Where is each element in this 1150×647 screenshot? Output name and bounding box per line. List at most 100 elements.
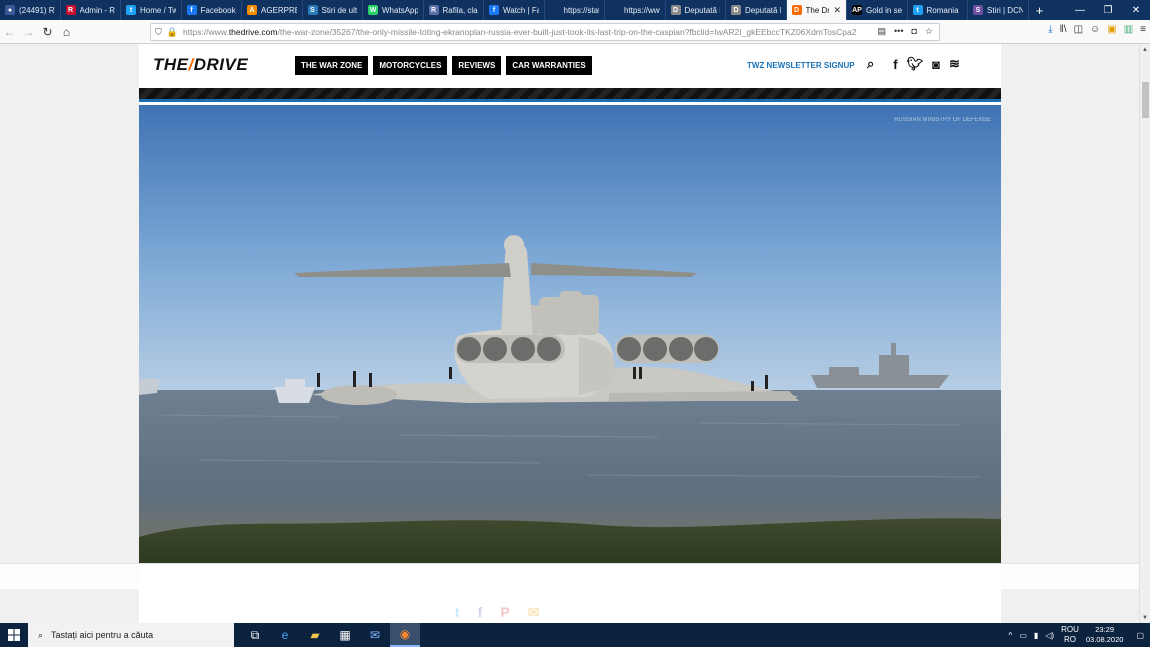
photo-credit: RUSSIAN MINISTRY OF DEFENSE [894,117,991,123]
search-icon: ⌕ [38,629,44,640]
browser-tab-label: AGERPRES [261,5,297,15]
browser-tab-label: Stiri | DCN [987,5,1023,15]
reader-view-icon[interactable]: ▤ [878,26,887,37]
back-icon[interactable]: ← [0,22,19,42]
sticky-footer-bar [0,563,1139,589]
edge-icon[interactable]: e [270,623,300,647]
browser-tab-label: https://static.x [563,5,600,15]
forward-icon[interactable]: → [19,22,38,42]
windows-taskbar: ⌕ Tastați aici pentru a căuta ⧉ e ▰ ▦ ✉ … [0,623,1150,647]
browser-tab[interactable]: W WhatsApp [363,0,424,20]
browser-tab[interactable]: S Stiri | DCN [968,0,1029,20]
extension-icon[interactable]: ▣ [1107,24,1116,35]
twitter-icon: t [126,5,136,15]
home-icon[interactable]: ⌂ [57,22,76,42]
lock-icon[interactable]: 🔒 [167,27,178,38]
window-controls: — ❐ ✕ [1066,0,1150,20]
clock[interactable]: 23:29 03.08.2020 [1086,625,1124,645]
new-tab-button[interactable]: + [1029,0,1051,20]
twitter-icon[interactable]: 🐦︎ [907,56,924,72]
rss-icon[interactable]: ≋ [949,56,960,72]
browser-tab[interactable]: DDeputată P [726,0,787,20]
nav-car-warranties[interactable]: CAR WARRANTIES [506,56,592,75]
browser-tab-label: Romania [926,5,959,15]
language-indicator[interactable]: ROU RO [1061,625,1079,645]
browser-tab-label: Admin - R [79,5,116,15]
notifications-icon[interactable]: ▢ [1136,631,1144,640]
facebook-icon: f [489,5,499,15]
store-icon[interactable]: ▦ [330,623,360,647]
bookmark-star-icon[interactable]: ☆ [925,26,933,37]
browser-tab[interactable]: S Stiri de ulti [303,0,363,20]
browser-tab-label: Stiri de ulti [321,5,358,15]
url-prefix: https://www. [182,27,229,37]
nav-motorcycles[interactable]: MOTORCYCLES [373,56,448,75]
firefox-icon[interactable]: ◉ [390,623,420,647]
page-actions-icon[interactable]: ••• [894,26,903,37]
close-window-icon[interactable]: ✕ [1122,0,1150,20]
restore-icon[interactable]: ❐ [1094,0,1122,20]
network-icon[interactable]: ▭ [1019,631,1027,640]
page-scrollbar[interactable]: ▲ ▼ [1139,44,1150,623]
mail-icon[interactable]: ✉ [360,623,390,647]
browser-tab[interactable]: f Facebook [182,0,242,20]
browser-tab[interactable]: DDeputată P [666,0,726,20]
page-icon: D [670,5,681,15]
scroll-thumb[interactable] [1142,82,1149,118]
share-facebook-icon[interactable]: f [478,604,483,621]
chat-icon: ● [5,5,15,15]
download-icon[interactable]: ⤓ [1048,24,1052,35]
menu-icon[interactable]: ≡ [1140,24,1146,35]
browser-tab[interactable]: https://static.x [545,0,605,20]
browser-navbar: ← → ↻ ⌂ ⛉ 🔒 https://www. thedrive.com/the… [0,20,1150,44]
volume-icon[interactable]: ◁) [1045,631,1054,640]
blank-icon [549,5,560,15]
file-explorer-icon[interactable]: ▰ [300,623,330,647]
share-pinterest-icon[interactable]: P [500,604,509,621]
scroll-down-icon[interactable]: ▼ [1142,615,1148,621]
browser-tab[interactable]: AP Gold in se [847,0,908,20]
browser-tab[interactable]: A AGERPRES [242,0,303,20]
share-email-icon[interactable]: ✉ [528,604,540,621]
library-icon[interactable]: ‖\ [1060,24,1067,35]
close-tab-icon[interactable]: ✕ [833,5,841,16]
news-icon: S [973,5,983,15]
share-twitter-icon[interactable]: t [455,604,460,621]
browser-tab-label: Watch | Fa [503,5,539,15]
browser-tab[interactable]: t Romania [908,0,968,20]
tracking-shield-icon[interactable]: ⛉ [155,27,162,38]
taskbar-search-input[interactable]: ⌕ Tastați aici pentru a căuta [28,623,234,647]
browser-tab[interactable]: https://www.f [605,0,666,20]
newsletter-signup-link[interactable]: TWZ NEWSLETTER SIGNUP [747,61,855,70]
browser-tab[interactable]: R Admin - R [61,0,121,20]
task-view-icon[interactable]: ⧉ [240,623,270,647]
windows-start-icon[interactable] [0,623,28,647]
browser-tab-label: https://www.f [624,5,660,15]
account-icon[interactable]: ☺ [1090,24,1100,35]
nav-war-zone[interactable]: THE WAR ZONE [295,56,369,75]
browser-tab-strip: ●(24491) RTVRAdmin - RtHome / TwfFaceboo… [0,0,1150,20]
tray-chevron-icon[interactable]: ^ [1009,631,1013,640]
browser-tab[interactable]: f Watch | Fa [484,0,545,20]
browser-tab[interactable]: D The Dr ✕ [786,0,847,20]
browser-tab[interactable]: ● (24491) RTV [0,0,61,20]
battery-icon[interactable]: ▮ [1034,631,1038,640]
browser-tab-label: Gold in se [866,5,902,15]
nav-reviews[interactable]: REVIEWS [452,56,502,75]
facebook-icon: f [186,5,197,15]
browser-tab[interactable]: R Rafila, clar [424,0,484,20]
url-domain: thedrive.com [228,27,278,37]
minimize-icon[interactable]: — [1066,0,1094,20]
reload-icon[interactable]: ↻ [38,22,57,42]
facebook-icon[interactable]: f [893,57,897,72]
pocket-icon[interactable]: ◘ [911,26,916,37]
extension-icon[interactable]: ▥ [1124,24,1133,35]
the-drive-logo[interactable]: THE/DRIVE [153,55,248,75]
sidebar-icon[interactable]: ◫ [1074,24,1083,35]
ekranoplan-photo: RUSSIAN MINISTRY OF DEFENSE [139,105,1001,563]
instagram-icon[interactable]: ◙ [932,57,940,72]
scroll-up-icon[interactable]: ▲ [1142,47,1148,53]
search-icon[interactable]: ⌕ [867,56,874,72]
url-bar[interactable]: ⛉ 🔒 https://www. thedrive.com/the-war-zon… [150,23,940,41]
browser-tab[interactable]: t Home / Tw [121,0,182,20]
